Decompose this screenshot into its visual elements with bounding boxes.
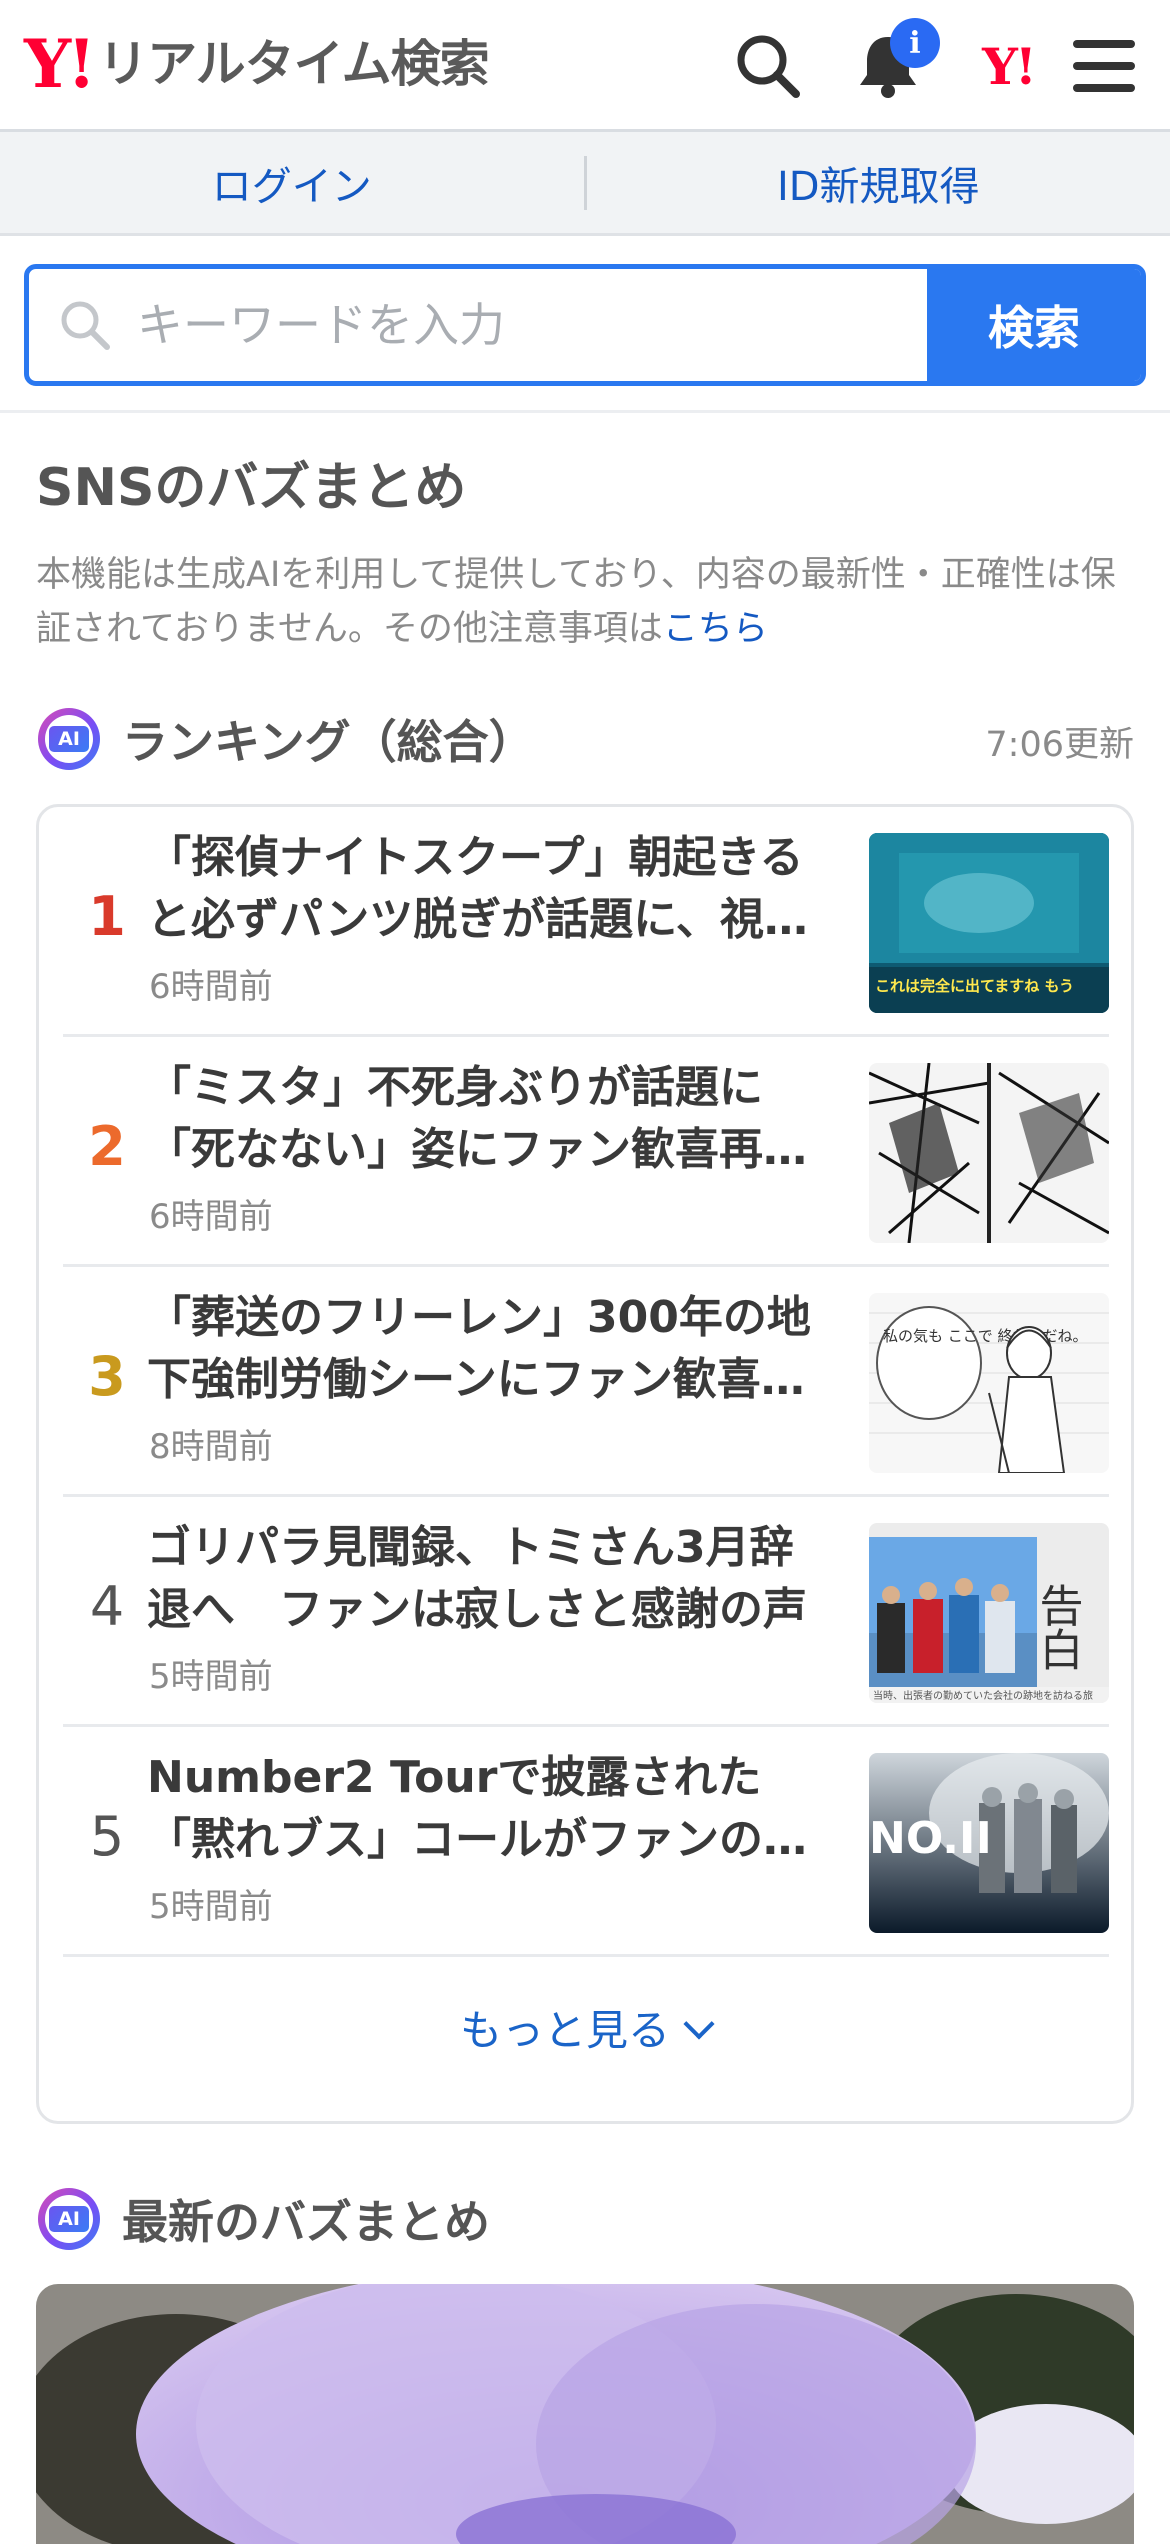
rank-number: 4 <box>77 1577 137 1637</box>
ranking-item[interactable]: 4 ゴリパラ見聞録、トミさん3月辞退へ ファンは寂しさと感謝の声 5時間前 告白… <box>63 1497 1109 1727</box>
app-header: Y! リアルタイム検索 i Y! <box>0 0 1170 132</box>
ranking-item[interactable]: 1 「探偵ナイトスクープ」朝起きると必ずパンツ脱ぎが話題に、視… 6時間前 これ… <box>63 807 1109 1037</box>
ranking-item-title[interactable]: 「ミスタ」不死身ぶりが話題に「死なない」姿にファン歓喜再… <box>147 1057 815 1181</box>
ranking-updated-time: 7:06更新 <box>985 716 1134 767</box>
ranking-item-time: 5時間前 <box>149 1649 273 1698</box>
ranking-item-title[interactable]: 「葬送のフリーレン」300年の地下強制労働シーンにファン歓喜… <box>147 1287 815 1411</box>
more-button[interactable]: もっと見る <box>39 1997 1131 2058</box>
thumbnail-tour-poster: NO.II <box>869 1753 1109 1933</box>
yahoo-japan-icon: Y! <box>982 37 1034 96</box>
search-icon-button[interactable] <box>726 24 810 108</box>
sns-buzz-title: SNSのバズまとめ <box>36 445 466 520</box>
thumbnail-logo: NO.II <box>869 1813 992 1864</box>
thumbnail-manga-page <box>869 1063 1109 1243</box>
ranking-item-time: 6時間前 <box>149 1189 273 1238</box>
more-label: もっと見る <box>460 2006 670 2055</box>
flower-image <box>36 2284 1134 2544</box>
menu-button[interactable] <box>1062 24 1146 108</box>
ai-notice-text: 本機能は生成AIを利用して提供しており、内容の最新性・正確性は保証されておりませ… <box>36 555 1116 649</box>
ranking-item-title[interactable]: ゴリパラ見聞録、トミさん3月辞退へ ファンは寂しさと感謝の声 <box>147 1517 815 1641</box>
search-input[interactable] <box>135 297 839 353</box>
ranking-item-thumbnail[interactable]: NO.II <box>869 1753 1109 1933</box>
hamburger-menu-icon <box>1073 38 1135 94</box>
thumbnail-caption: 当時、出張者の勤めていた会社の跡地を訪ねる旅 <box>873 1689 1093 1702</box>
ranking-item-time: 5時間前 <box>149 1879 273 1928</box>
thumbnail-manga-frieren: 私の気も ここで 終わりだね。 <box>869 1293 1109 1473</box>
yahoo-japan-link[interactable]: Y! <box>966 24 1050 108</box>
search-bar: 検索 <box>24 264 1146 386</box>
login-link[interactable]: ログイン <box>0 132 584 233</box>
ai-icon-label: AI <box>49 726 89 752</box>
search-icon <box>735 33 801 99</box>
ai-icon-label: AI <box>49 2206 89 2232</box>
ranking-item-time: 6時間前 <box>149 959 273 1008</box>
rank-number: 1 <box>77 887 137 947</box>
ranking-title: ランキング（総合） <box>122 706 535 772</box>
ranking-item-title[interactable]: Number2 Tourで披露された「黙れブス」コールがファンの… <box>147 1747 815 1871</box>
yahoo-realtime-logo[interactable]: Y! リアルタイム検索 <box>24 28 489 100</box>
latest-buzz-title: 最新のバズまとめ <box>122 2186 490 2252</box>
ai-icon: AI <box>38 2188 100 2250</box>
ranking-item[interactable]: 5 Number2 Tourで披露された「黙れブス」コールがファンの… 5時間前… <box>63 1727 1109 1957</box>
rank-number: 3 <box>77 1347 137 1407</box>
ranking-item-thumbnail[interactable]: 私の気も ここで 終わりだね。 <box>869 1293 1109 1473</box>
ranking-item-thumbnail[interactable]: 告白 当時、出張者の勤めていた会社の跡地を訪ねる旅 <box>869 1523 1109 1703</box>
register-link[interactable]: ID新規取得 <box>587 132 1170 233</box>
chevron-down-icon <box>683 2008 714 2039</box>
latest-buzz-photo[interactable] <box>36 2284 1134 2544</box>
rank-number: 2 <box>77 1117 137 1177</box>
ranking-item-time: 8時間前 <box>149 1419 273 1468</box>
thumbnail-group-photo: 告白 当時、出張者の勤めていた会社の跡地を訪ねる旅 <box>869 1523 1109 1703</box>
rank-number: 5 <box>77 1807 137 1867</box>
ranking-item-thumbnail[interactable]: これは完全に出てますね もう <box>869 833 1109 1013</box>
ai-notice: 本機能は生成AIを利用して提供しており、内容の最新性・正確性は保証されておりませ… <box>36 548 1136 656</box>
logo-text: リアルタイム検索 <box>98 28 489 100</box>
thumbnail-kanji: 告白 <box>1032 1583 1083 1671</box>
logo-mark: Y! <box>24 28 92 100</box>
notification-button[interactable]: i <box>846 24 930 108</box>
ranking-item-thumbnail[interactable] <box>869 1063 1109 1243</box>
ranking-item-title[interactable]: 「探偵ナイトスクープ」朝起きると必ずパンツ脱ぎが話題に、視… <box>147 827 815 951</box>
search-input-wrapper[interactable] <box>29 269 927 381</box>
ranking-item[interactable]: 3 「葬送のフリーレン」300年の地下強制労働シーンにファン歓喜… 8時間前 私… <box>63 1267 1109 1497</box>
search-button[interactable]: 検索 <box>927 269 1141 381</box>
thumbnail-speech: 私の気も ここで 終わりだね。 <box>883 1327 1088 1345</box>
ai-icon: AI <box>38 708 100 770</box>
notice-link[interactable]: こちら <box>663 609 768 649</box>
notification-badge: i <box>890 18 940 68</box>
thumbnail-video-still: これは完全に出てますね もう <box>869 833 1109 1013</box>
ranking-header: AI ランキング（総合） <box>38 706 535 772</box>
section-divider <box>0 410 1170 413</box>
latest-buzz-header: AI 最新のバズまとめ <box>38 2186 490 2252</box>
search-field-icon <box>59 299 111 351</box>
thumbnail-caption: これは完全に出てますね もう <box>875 977 1074 995</box>
login-bar: ログイン ID新規取得 <box>0 132 1170 236</box>
ranking-item[interactable]: 2 「ミスタ」不死身ぶりが話題に「死なない」姿にファン歓喜再… 6時間前 <box>63 1037 1109 1267</box>
ranking-card: 1 「探偵ナイトスクープ」朝起きると必ずパンツ脱ぎが話題に、視… 6時間前 これ… <box>36 804 1134 2124</box>
